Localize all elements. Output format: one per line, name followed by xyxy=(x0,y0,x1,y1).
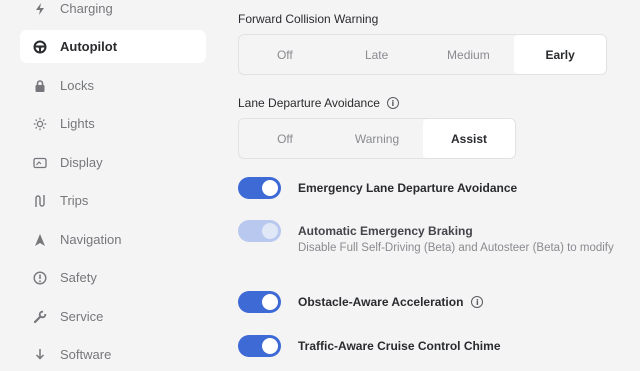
sidebar-item-label: Navigation xyxy=(60,232,122,247)
automatic-emergency-braking-note: Disable Full Self-Driving (Beta) and Aut… xyxy=(298,242,614,254)
emergency-lane-departure-toggle[interactable] xyxy=(238,177,281,199)
sidebar-item-label: Safety xyxy=(60,270,97,285)
sidebar-item-locks[interactable]: Locks xyxy=(20,69,206,102)
collision-warning-option-medium[interactable]: Medium xyxy=(423,35,515,74)
sidebar-item-display[interactable]: Display xyxy=(20,146,206,179)
cruise-control-chime-label: Traffic-Aware Cruise Control Chime xyxy=(298,339,501,353)
collision-warning-option-off[interactable]: Off xyxy=(239,35,331,74)
steering-wheel-icon xyxy=(32,39,48,55)
sidebar-item-label: Charging xyxy=(60,1,113,16)
sidebar-item-lights[interactable]: Lights xyxy=(20,107,206,140)
sidebar-item-label: Lights xyxy=(60,116,95,131)
lane-departure-option-warning[interactable]: Warning xyxy=(331,119,423,158)
sidebar-item-charging[interactable]: Charging xyxy=(20,0,206,25)
sidebar-item-label: Autopilot xyxy=(60,39,118,54)
lane-departure-title: Lane Departure Avoidance i xyxy=(238,96,399,110)
obstacle-aware-acceleration-label: Obstacle-Aware Acceleration i xyxy=(298,295,484,309)
sun-icon xyxy=(32,116,48,132)
route-icon xyxy=(32,193,48,209)
toggle-knob xyxy=(262,338,278,354)
lane-departure-option-off[interactable]: Off xyxy=(239,119,331,158)
emergency-lane-departure-label: Emergency Lane Departure Avoidance xyxy=(298,181,518,195)
collision-warning-option-late[interactable]: Late xyxy=(331,35,423,74)
sidebar-item-label: Trips xyxy=(60,193,89,208)
sidebar-item-autopilot[interactable]: Autopilot xyxy=(20,30,206,63)
sidebar-item-label: Display xyxy=(60,155,103,170)
cruise-control-chime-toggle[interactable] xyxy=(238,335,281,357)
lock-icon xyxy=(32,78,48,94)
wrench-icon xyxy=(32,309,48,325)
toggle-knob xyxy=(262,223,278,239)
download-icon xyxy=(32,347,48,363)
collision-warning-selector: Off Late Medium Early xyxy=(238,34,607,75)
lane-departure-selector: Off Warning Assist xyxy=(238,118,516,159)
automatic-emergency-braking-toggle xyxy=(238,220,281,242)
toggle-knob xyxy=(262,180,278,196)
toggle-knob xyxy=(262,294,278,310)
display-icon xyxy=(32,155,48,171)
sidebar-item-navigation[interactable]: Navigation xyxy=(20,223,206,256)
info-icon[interactable]: i xyxy=(471,296,484,308)
sidebar-item-label: Locks xyxy=(60,78,94,93)
sidebar-item-safety[interactable]: Safety xyxy=(20,261,206,294)
collision-warning-title: Forward Collision Warning xyxy=(238,12,379,26)
navigation-arrow-icon xyxy=(32,232,48,248)
obstacle-aware-acceleration-toggle[interactable] xyxy=(238,291,281,313)
sidebar-item-label: Service xyxy=(60,309,104,324)
collision-warning-option-early[interactable]: Early xyxy=(514,35,606,74)
alert-circle-icon xyxy=(32,270,48,286)
sidebar-item-software[interactable]: Software xyxy=(20,338,206,371)
info-icon[interactable]: i xyxy=(386,97,399,109)
sidebar-item-trips[interactable]: Trips xyxy=(20,184,206,217)
autopilot-settings-panel: Forward Collision Warning Off Late Mediu… xyxy=(238,0,640,360)
lightning-icon xyxy=(32,1,48,17)
automatic-emergency-braking-label: Automatic Emergency Braking xyxy=(298,224,473,238)
lane-departure-option-assist[interactable]: Assist xyxy=(423,119,515,158)
settings-sidebar: Charging Autopilot Locks Lights Display … xyxy=(0,0,212,362)
sidebar-item-service[interactable]: Service xyxy=(20,300,206,333)
